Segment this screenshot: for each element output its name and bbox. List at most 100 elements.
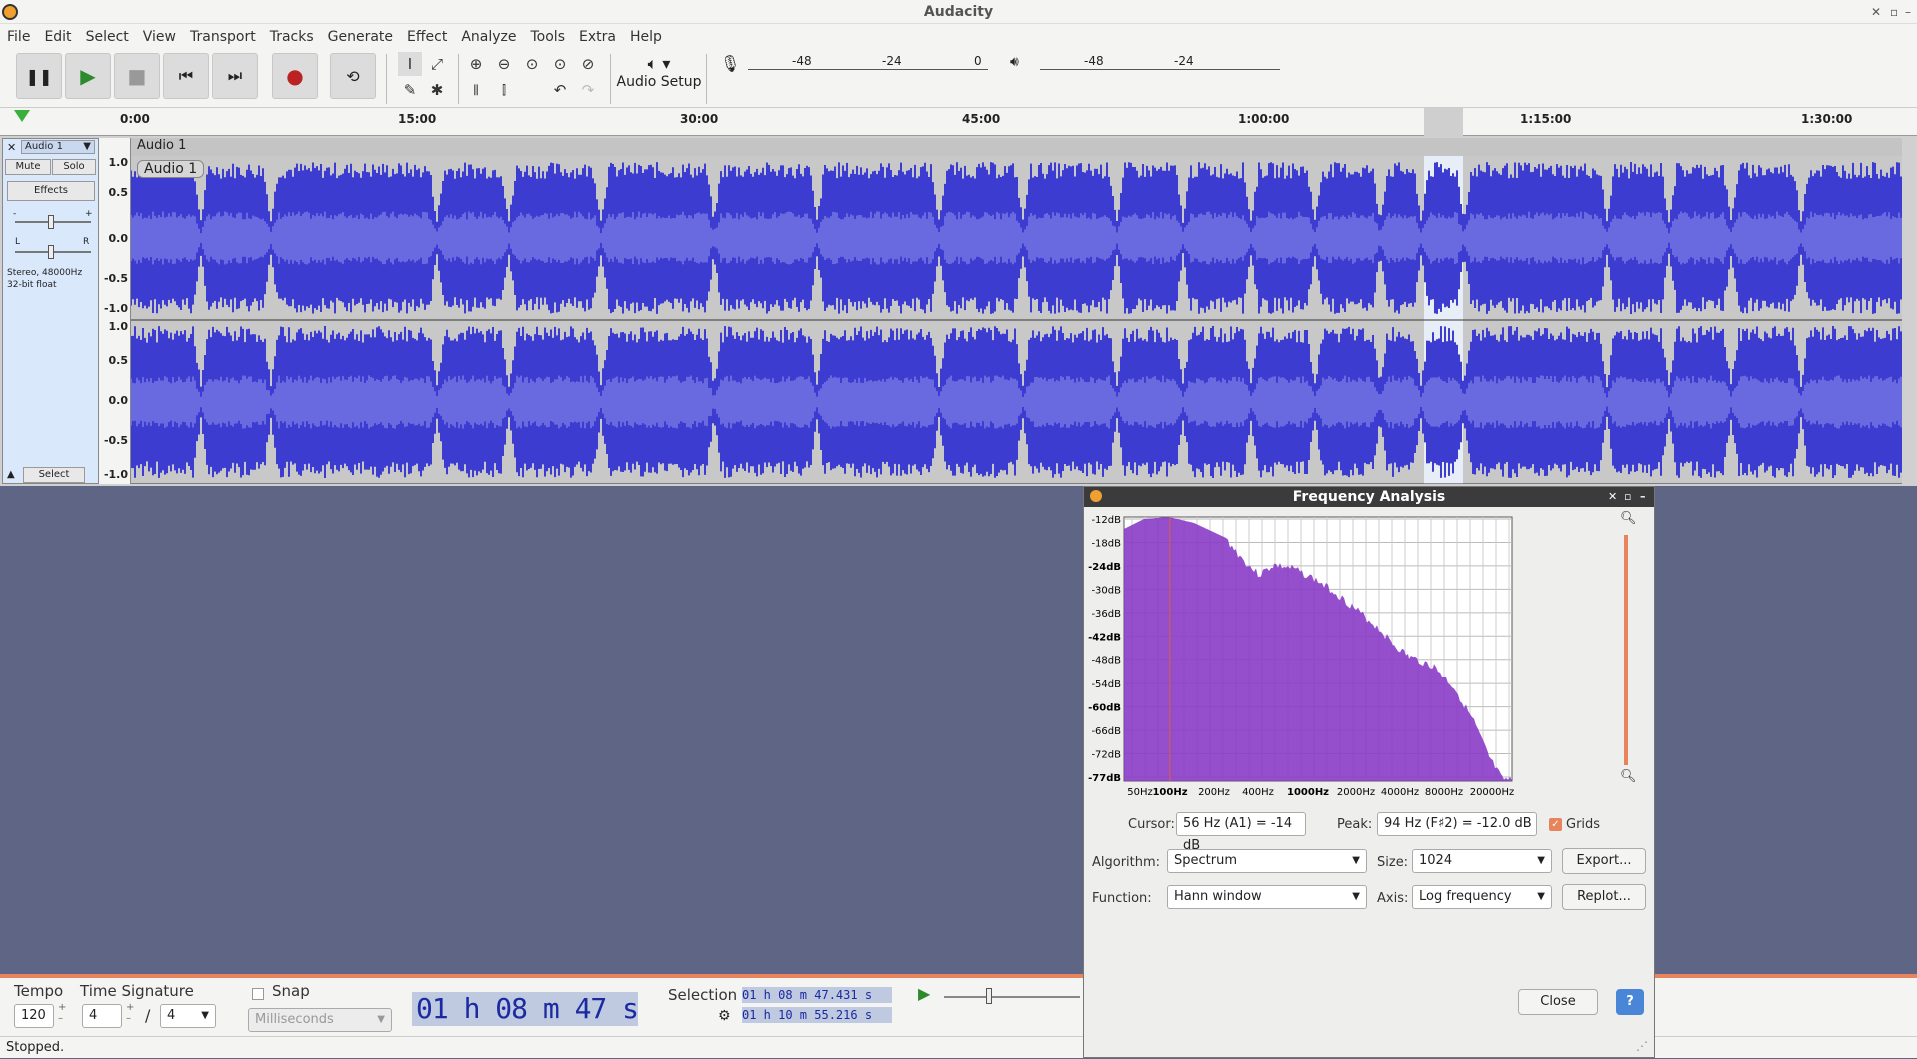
play-button[interactable]: ▶ xyxy=(65,53,111,99)
track-name-menu[interactable]: Audio 1 ▼ xyxy=(21,140,95,154)
skip-start-button[interactable]: ⏮ xyxy=(163,53,209,99)
resize-grip-icon[interactable]: ⋰ xyxy=(1636,1039,1648,1053)
zoom-in-button[interactable]: ⊕ xyxy=(464,52,488,76)
amplitude-scale[interactable]: 1.0 0.5 0.0 -0.5 -1.0 1.0 0.5 0.0 -0.5 -… xyxy=(99,138,131,484)
audio-setup-button[interactable]: 🔈︎ ▾ Audio Setup xyxy=(616,54,702,104)
redo-button[interactable]: ↷ xyxy=(576,78,600,102)
scale-label: -0.5 xyxy=(103,434,128,447)
play-speed-handle[interactable] xyxy=(986,988,992,1004)
menu-extra[interactable]: Extra xyxy=(572,29,623,45)
restore-window-icon[interactable]: ▫ xyxy=(1890,0,1898,24)
undo-button[interactable]: ↶ xyxy=(548,78,572,102)
close-button[interactable]: Close xyxy=(1518,989,1598,1015)
settings-gear-icon[interactable]: ⚙ xyxy=(718,1008,731,1024)
zoom-in-icon[interactable]: 🔍︎ xyxy=(1620,511,1637,526)
minimize-window-icon[interactable]: – xyxy=(1905,0,1911,24)
stop-button[interactable]: ■ xyxy=(114,53,160,99)
algorithm-select[interactable]: Spectrum xyxy=(1167,849,1367,873)
grids-checkbox[interactable]: ✓ xyxy=(1549,818,1562,831)
gain-minus-label: - xyxy=(13,209,17,219)
mute-button[interactable]: Mute xyxy=(5,159,51,175)
menu-file[interactable]: File xyxy=(0,29,37,45)
draw-tool-button[interactable]: ✎ xyxy=(398,78,422,102)
menu-edit[interactable]: Edit xyxy=(37,29,78,45)
menu-view[interactable]: View xyxy=(136,29,183,45)
solo-button[interactable]: Solo xyxy=(52,159,96,175)
y-tick-label: -77dB xyxy=(1088,773,1121,784)
zoom-out-icon[interactable]: 🔍︎ xyxy=(1620,769,1637,784)
skip-end-button[interactable]: ⏭ xyxy=(212,53,258,99)
selection-end-field[interactable]: 01 h 10 m 55.216 s xyxy=(742,1007,892,1023)
export-button[interactable]: Export... xyxy=(1562,848,1646,874)
time-signature-numerator[interactable]: 4 xyxy=(82,1004,122,1028)
select-track-button[interactable]: Select xyxy=(23,467,85,483)
tempo-spin-icon[interactable]: + – xyxy=(58,1002,66,1024)
y-tick-label: -54dB xyxy=(1091,679,1121,690)
fit-selection-button[interactable]: ⊙ xyxy=(520,52,544,76)
size-select[interactable]: 1024 xyxy=(1412,849,1552,873)
dialog-maximize-icon[interactable]: ▫ xyxy=(1624,487,1631,507)
undo-icon: ↶ xyxy=(553,81,567,99)
x-tick-label: 8000Hz xyxy=(1425,787,1463,798)
help-button[interactable]: ? xyxy=(1616,989,1644,1015)
menu-tracks[interactable]: Tracks xyxy=(263,29,321,45)
replot-button[interactable]: Replot... xyxy=(1562,884,1646,910)
playback-meter[interactable]: -48 -24 xyxy=(1040,54,1280,70)
menu-effect[interactable]: Effect xyxy=(400,29,454,45)
collapse-track-icon[interactable]: ▲ xyxy=(7,469,15,480)
clip-title-bar[interactable]: Audio 1 xyxy=(131,138,1902,156)
cursor-value-field[interactable]: 56 Hz (A1) = -14 dB xyxy=(1176,812,1306,853)
menu-help[interactable]: Help xyxy=(623,29,669,45)
effects-button[interactable]: Effects xyxy=(7,181,95,201)
pause-button[interactable]: ❚❚ xyxy=(16,53,62,99)
selection-start-field[interactable]: 01 h 08 m 47.431 s xyxy=(742,987,892,1003)
tempo-input[interactable]: 120 xyxy=(14,1004,54,1028)
status-bar-right xyxy=(1655,1036,1917,1058)
waveform-display[interactable]: Audio 1 Audio 1 xyxy=(131,138,1902,484)
snap-checkbox[interactable] xyxy=(252,988,264,1000)
multi-tool-button[interactable]: ✱ xyxy=(425,78,449,102)
dialog-title-bar[interactable]: Frequency Analysis ✕ ▫ – xyxy=(1084,487,1654,507)
gain-plus-label: + xyxy=(85,209,93,219)
vertical-zoom-slider[interactable] xyxy=(1624,535,1628,765)
numerator-spin-icon[interactable]: + – xyxy=(126,1002,134,1024)
play-at-speed-icon[interactable]: ▶ xyxy=(918,984,930,1003)
zoom-toggle-button[interactable]: ⊘ xyxy=(576,52,600,76)
time-display[interactable]: 01 h 08 m 47 s xyxy=(412,992,639,1026)
record-meter[interactable]: -48 -24 0 xyxy=(748,54,988,70)
rec-meter-tick: 0 xyxy=(974,54,982,68)
x-tick-label: 200Hz xyxy=(1198,787,1230,798)
time-signature-denominator[interactable]: 4 xyxy=(160,1004,216,1028)
play-speed-slider[interactable] xyxy=(944,996,1080,998)
trim-button[interactable]: ⫼ xyxy=(464,78,488,102)
menu-select[interactable]: Select xyxy=(79,29,136,45)
zoom-out-button[interactable]: ⊖ xyxy=(492,52,516,76)
menu-generate[interactable]: Generate xyxy=(321,29,400,45)
selection-tool-button[interactable]: I xyxy=(398,52,422,76)
spectrum-plot[interactable]: -12dB -18dB -24dB -30dB -36dB -42dB -48dB -54dB… xyxy=(1084,511,1608,811)
zoom-out-icon: ⊖ xyxy=(497,55,511,73)
silence-button[interactable]: ⫿ xyxy=(492,78,516,102)
loop-button[interactable]: ⟲ xyxy=(330,53,376,99)
peak-value-field[interactable]: 94 Hz (F♯2) = -12.0 dB xyxy=(1377,812,1537,836)
gain-slider-handle[interactable] xyxy=(48,215,54,229)
fit-project-button[interactable]: ⊙ xyxy=(548,52,572,76)
menu-transport[interactable]: Transport xyxy=(183,29,263,45)
envelope-tool-button[interactable]: ⤢ xyxy=(425,52,449,76)
play-head-icon[interactable] xyxy=(14,110,30,122)
dialog-close-icon[interactable]: ✕ xyxy=(1608,487,1617,507)
axis-select[interactable]: Log frequency xyxy=(1412,885,1552,909)
close-window-icon[interactable]: ✕ xyxy=(1871,0,1881,24)
size-label: Size: xyxy=(1377,855,1409,870)
snap-unit-select[interactable]: Milliseconds xyxy=(248,1008,392,1032)
function-select[interactable]: Hann window xyxy=(1167,885,1367,909)
close-track-icon[interactable]: ✕ xyxy=(7,141,16,154)
pan-slider-handle[interactable] xyxy=(48,245,54,259)
menu-analyze[interactable]: Analyze xyxy=(454,29,523,45)
y-tick-label: -36dB xyxy=(1091,609,1121,620)
record-button[interactable]: ● xyxy=(272,53,318,99)
track-control-panel[interactable]: ✕ Audio 1 ▼ Mute Solo Effects - + L R Ste… xyxy=(2,138,99,484)
dialog-minimize-icon[interactable]: – xyxy=(1640,487,1646,507)
menu-tools[interactable]: Tools xyxy=(524,29,573,45)
timeline-ruler[interactable]: 0:00 15:00 30:00 45:00 1:00:00 1:15:00 1… xyxy=(0,108,1917,136)
